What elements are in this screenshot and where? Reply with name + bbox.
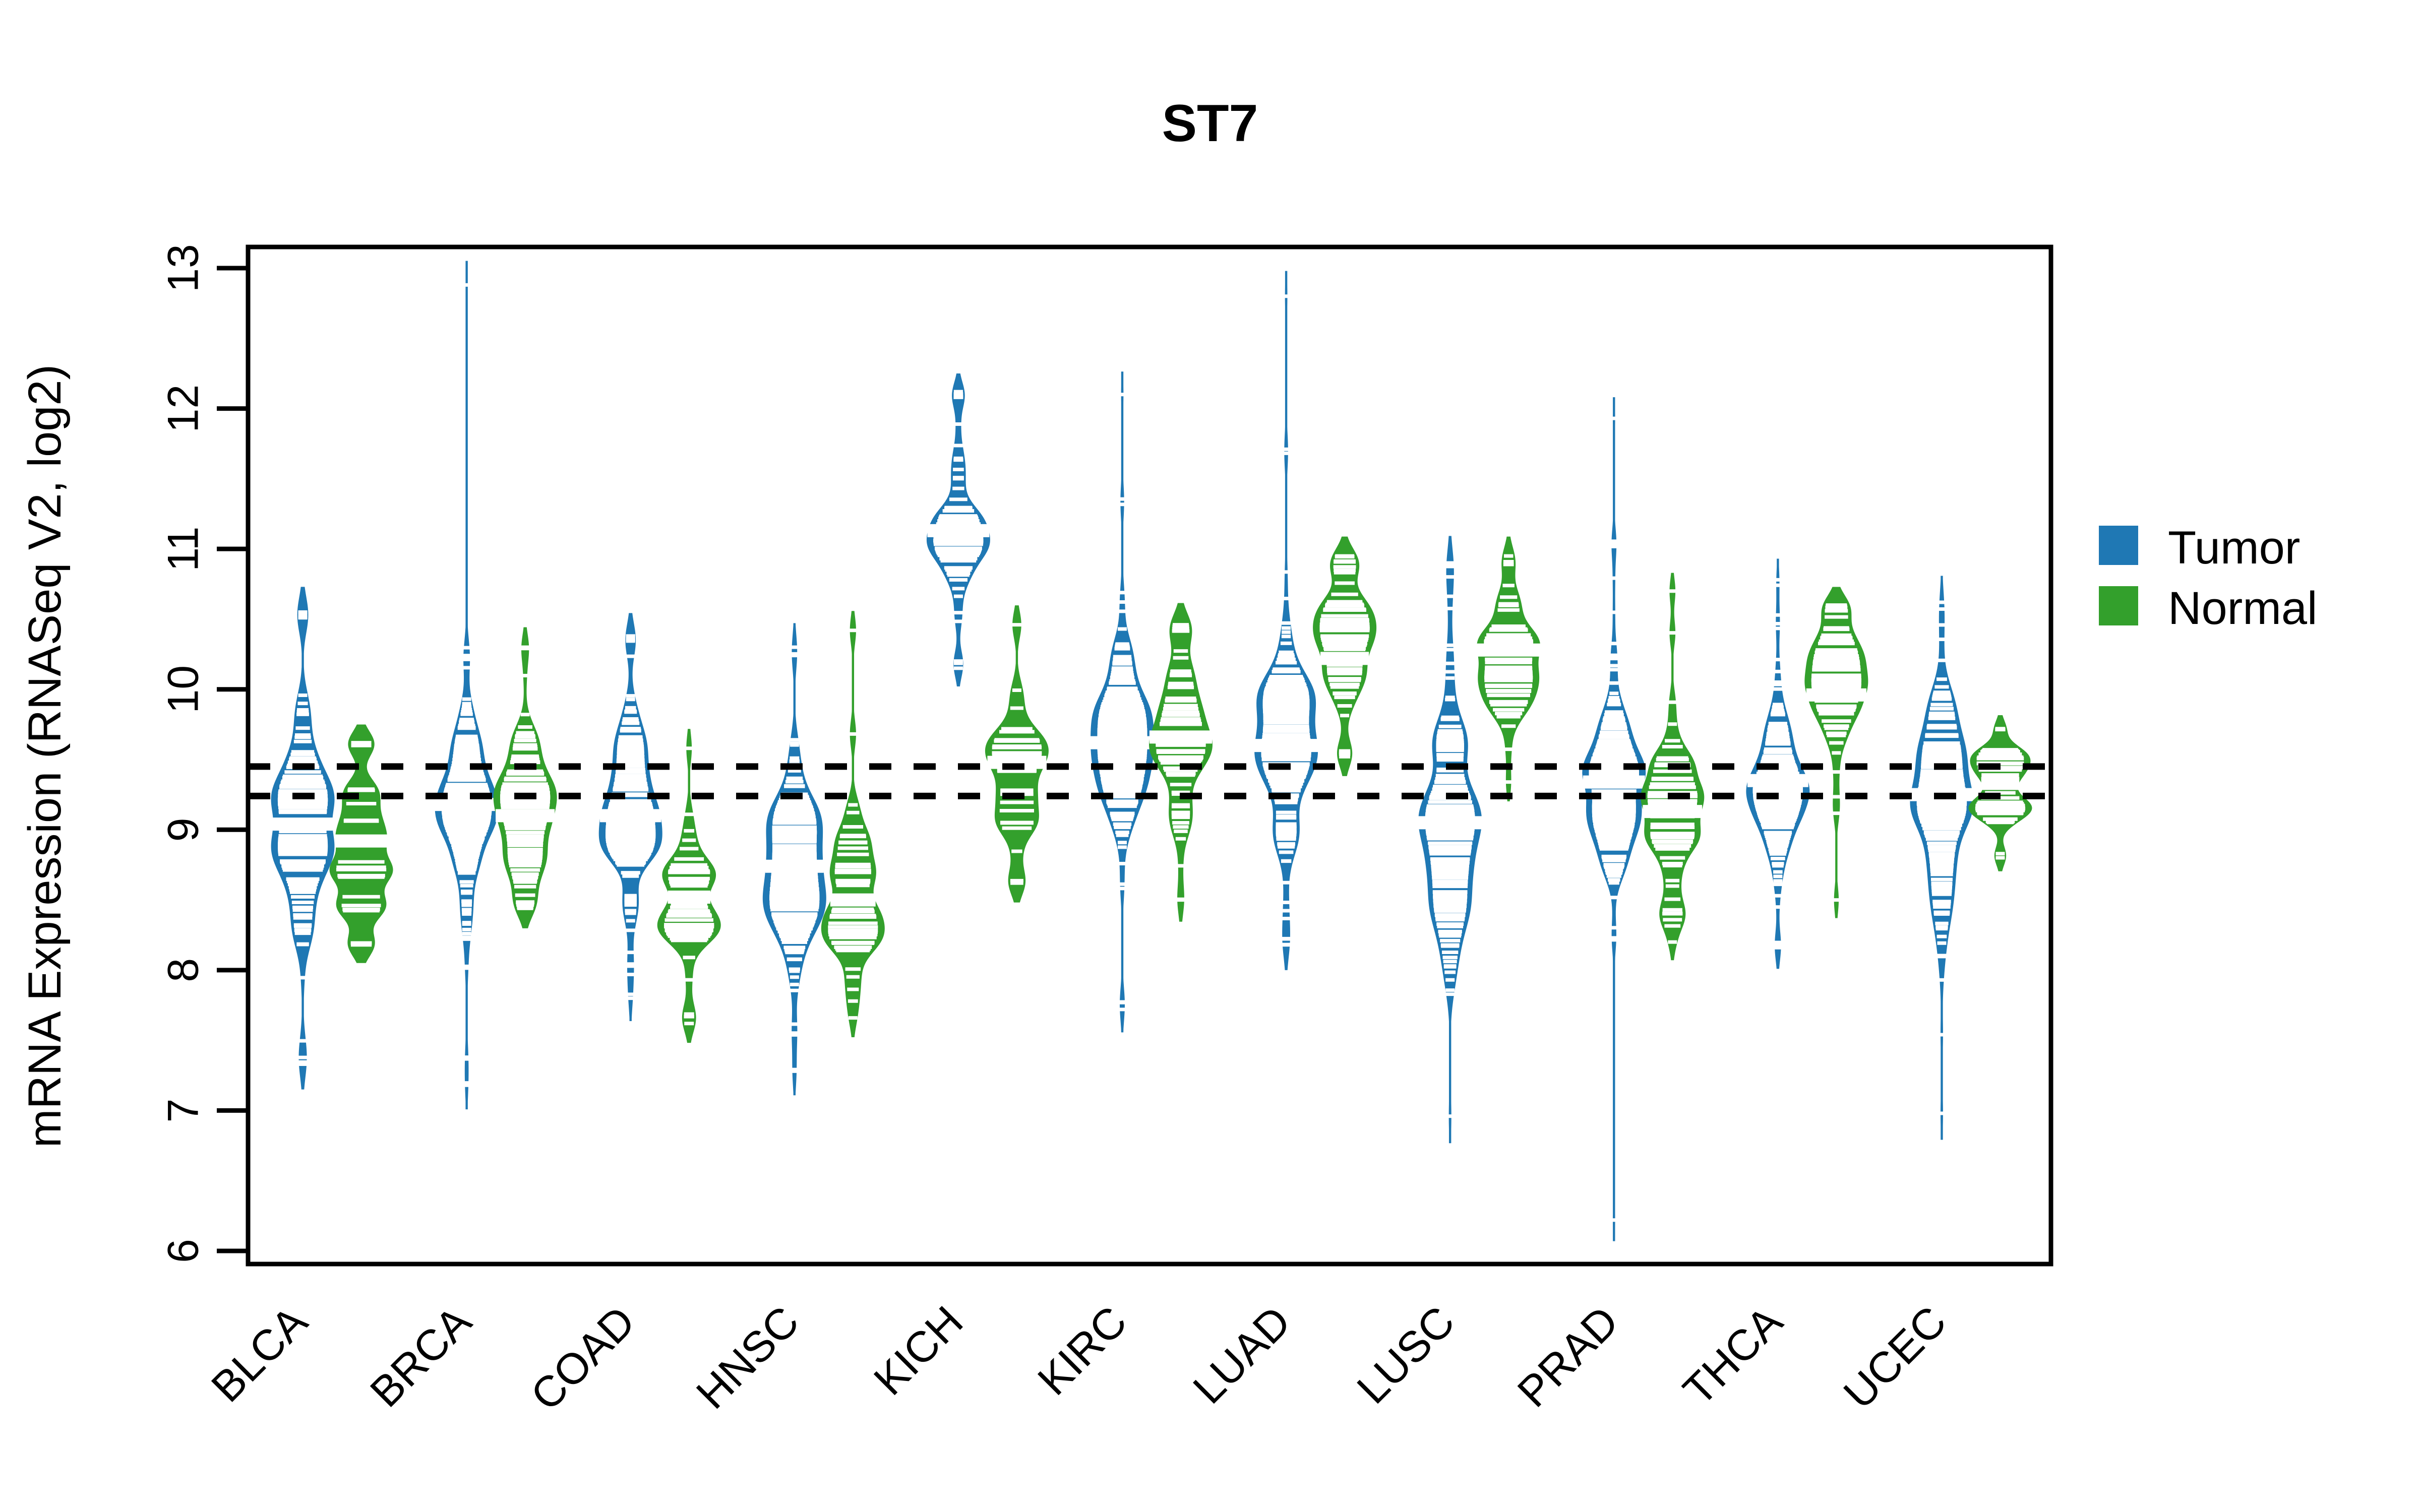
y-tick-label: 13 [159, 244, 208, 292]
y-tick-label: 11 [159, 527, 208, 572]
beanplot-svg: ST7 mRNA Expression (RNASeq V2, log2) 6 7… [0, 0, 2420, 1512]
y-tick-label: 7 [159, 1099, 208, 1123]
y-axis-label: mRNA Expression (RNASeq V2, log2) [19, 364, 71, 1148]
y-tick-label: 6 [159, 1239, 208, 1263]
y-tick-label: 10 [159, 665, 208, 714]
y-tick-label: 8 [159, 958, 208, 982]
y-tick-label: 9 [159, 817, 208, 842]
chart-figure-root: ST7 mRNA Expression (RNASeq V2, log2) 6 7… [0, 0, 2420, 1512]
legend-label-normal: Normal [2168, 583, 2317, 634]
y-tick-label: 12 [159, 385, 208, 433]
legend-swatch-normal [2099, 586, 2138, 625]
legend-label-tumor: Tumor [2168, 522, 2300, 574]
page-title: ST7 [1162, 94, 1258, 153]
legend-swatch-tumor [2099, 526, 2138, 565]
